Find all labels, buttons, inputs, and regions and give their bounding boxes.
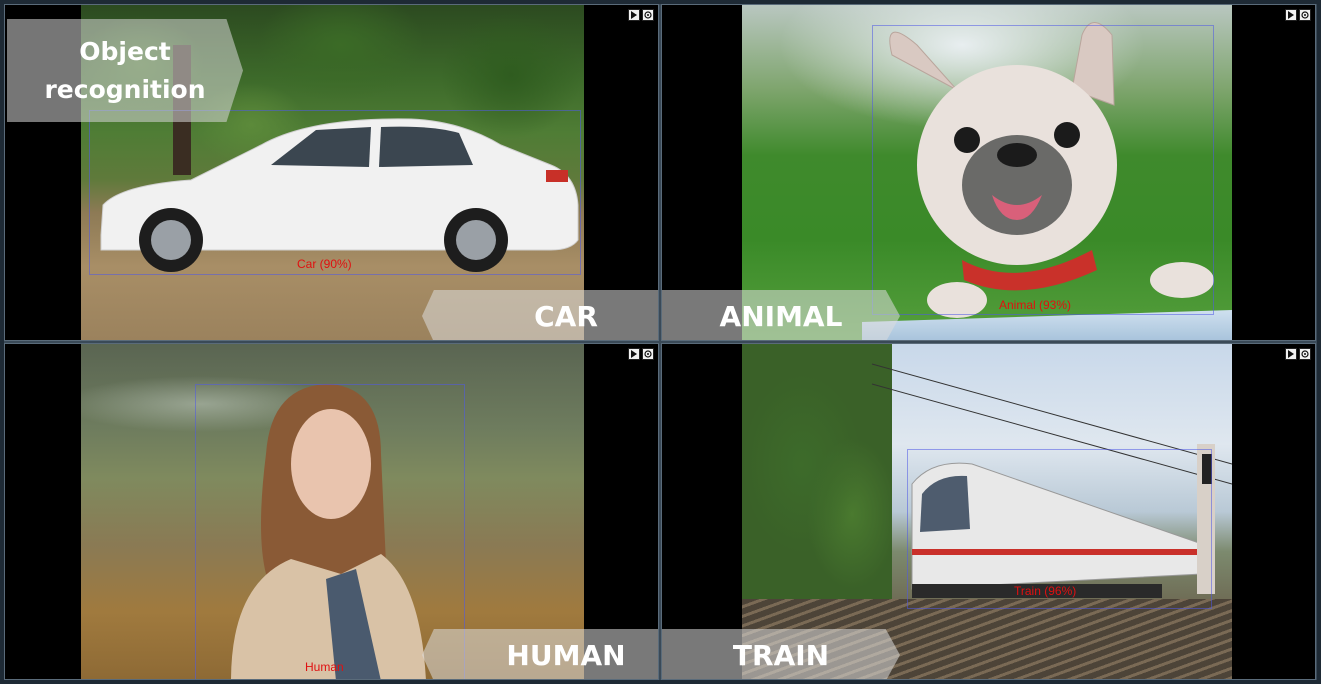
- cell-controls: [1285, 348, 1311, 360]
- settings-icon[interactable]: [1299, 9, 1311, 21]
- play-icon[interactable]: [628, 348, 640, 360]
- title-banner: Object recognition: [7, 19, 243, 122]
- video-cell-animal[interactable]: Animal (93%) ANIMAL: [661, 4, 1316, 341]
- settings-icon[interactable]: [642, 348, 654, 360]
- category-banner-car: CAR: [422, 290, 658, 340]
- banner-text: TRAIN: [732, 638, 830, 672]
- play-icon[interactable]: [1285, 9, 1297, 21]
- video-cell-human[interactable]: Human HUMAN: [4, 343, 659, 680]
- category-banner-human: HUMAN: [422, 629, 658, 679]
- play-icon[interactable]: [1285, 348, 1297, 360]
- banner-text: CAR: [534, 299, 598, 333]
- banner-text: ANIMAL: [719, 299, 843, 333]
- banner-text: HUMAN: [506, 638, 626, 672]
- settings-icon[interactable]: [642, 9, 654, 21]
- detection-box: [89, 110, 581, 275]
- video-cell-train[interactable]: Train (96%) TRAIN: [661, 343, 1316, 680]
- detection-label: Car (90%): [297, 257, 352, 271]
- cell-controls: [628, 348, 654, 360]
- detection-label: Animal (93%): [999, 298, 1072, 312]
- detection-label: Human: [305, 660, 344, 674]
- cell-controls: [1285, 9, 1311, 21]
- detection-label: Train (96%): [1014, 584, 1077, 598]
- detection-box: [195, 384, 465, 679]
- settings-icon[interactable]: [1299, 348, 1311, 360]
- category-banner-animal: ANIMAL: [662, 290, 900, 340]
- play-icon[interactable]: [628, 9, 640, 21]
- cell-controls: [628, 9, 654, 21]
- detection-box: [872, 25, 1214, 315]
- category-banner-train: TRAIN: [662, 629, 900, 679]
- title-line-2: recognition: [44, 74, 206, 104]
- title-line-1: Object: [79, 36, 171, 66]
